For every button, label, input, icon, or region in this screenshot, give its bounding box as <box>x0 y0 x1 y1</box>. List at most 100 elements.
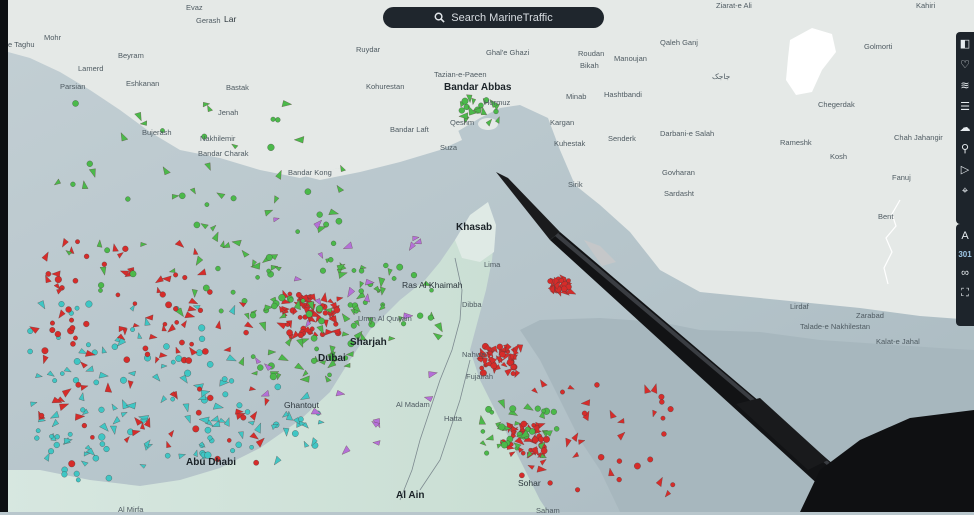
vessel-marker[interactable] <box>295 229 300 234</box>
vessel-marker[interactable] <box>129 270 137 278</box>
vessel-marker[interactable] <box>207 435 213 441</box>
vessel-marker[interactable] <box>60 371 65 376</box>
stack-icon[interactable]: ≋ <box>959 80 971 92</box>
vessel-marker[interactable] <box>197 386 203 392</box>
vessel-marker[interactable] <box>163 343 170 350</box>
vessel-marker[interactable] <box>616 458 623 464</box>
vessel-marker[interactable] <box>296 292 302 298</box>
vessel-marker[interactable] <box>316 211 323 218</box>
vessel-marker[interactable] <box>120 376 127 384</box>
vessel-marker[interactable] <box>458 107 465 114</box>
vessel-marker[interactable] <box>271 302 278 310</box>
vessel-marker[interactable] <box>179 192 186 200</box>
vessel-marker[interactable] <box>333 321 339 327</box>
vessel-marker[interactable] <box>90 435 95 440</box>
vessel-marker[interactable] <box>198 335 206 342</box>
vessel-marker[interactable] <box>185 357 193 364</box>
vessel-marker[interactable] <box>142 345 149 352</box>
search-bar[interactable]: Search MarineTraffic <box>383 7 604 28</box>
vessel-marker[interactable] <box>658 393 665 400</box>
vessel-marker[interactable] <box>221 376 228 382</box>
vessel-marker[interactable] <box>98 288 103 293</box>
vessel-marker[interactable] <box>315 305 324 313</box>
vessel-marker[interactable] <box>304 188 312 195</box>
vessel-marker[interactable] <box>297 315 303 320</box>
vessel-marker[interactable] <box>410 272 418 279</box>
vessel-marker[interactable] <box>257 364 264 371</box>
vessel-marker[interactable] <box>541 408 546 414</box>
vessel-marker[interactable] <box>269 373 277 381</box>
vessel-marker[interactable] <box>540 447 548 455</box>
vessel-marker[interactable] <box>391 276 397 281</box>
vessel-marker[interactable] <box>204 426 212 434</box>
vessel-marker[interactable] <box>493 108 499 115</box>
vessel-marker[interactable] <box>179 339 185 346</box>
vessel-marker[interactable] <box>75 382 82 388</box>
vessel-marker[interactable] <box>49 327 56 333</box>
vessel-marker[interactable] <box>327 372 332 378</box>
vessel-marker[interactable] <box>173 306 179 312</box>
font-size-icon[interactable]: A <box>959 230 971 242</box>
vessel-marker[interactable] <box>335 217 343 225</box>
vessel-marker[interactable] <box>297 332 304 339</box>
vessel-marker[interactable] <box>222 391 229 398</box>
vessel-marker[interactable] <box>74 305 80 311</box>
vessel-marker[interactable] <box>333 306 341 314</box>
vessel-marker[interactable] <box>243 329 249 336</box>
vessel-marker[interactable] <box>667 406 674 413</box>
play-icon[interactable]: ▷ <box>959 164 971 176</box>
vessel-marker[interactable] <box>75 239 80 245</box>
vessel-marker[interactable] <box>198 324 206 332</box>
vessel-marker[interactable] <box>323 221 329 228</box>
vessel-marker[interactable] <box>553 426 560 432</box>
vessel-marker[interactable] <box>480 429 486 434</box>
vessel-marker[interactable] <box>427 314 434 321</box>
vessel-marker[interactable] <box>670 482 676 488</box>
vessel-marker[interactable] <box>85 300 93 308</box>
weather-icon[interactable]: ☁ <box>959 122 971 134</box>
vessel-marker[interactable] <box>61 471 68 478</box>
vessel-marker[interactable] <box>202 348 209 355</box>
vessel-marker[interactable] <box>175 355 182 362</box>
vessel-marker[interactable] <box>286 329 293 336</box>
vessel-marker[interactable] <box>130 327 135 332</box>
vessel-marker[interactable] <box>49 434 54 439</box>
vessel-marker[interactable] <box>560 389 565 395</box>
marine-map[interactable] <box>0 0 974 512</box>
vessel-marker[interactable] <box>54 330 62 338</box>
vessel-marker[interactable] <box>227 438 232 443</box>
route-icon[interactable]: ⚲ <box>959 143 971 155</box>
vessel-marker[interactable] <box>509 405 517 413</box>
vessel-marker[interactable] <box>34 435 40 441</box>
vessel-marker[interactable] <box>103 446 110 453</box>
vessel-marker[interactable] <box>266 268 271 274</box>
vessel-marker[interactable] <box>575 487 581 493</box>
vessel-marker[interactable] <box>73 335 78 341</box>
vessel-marker[interactable] <box>647 456 654 463</box>
vessel-marker[interactable] <box>661 431 667 437</box>
infinity-icon[interactable]: ∞ <box>959 267 971 279</box>
vessel-marker[interactable] <box>105 474 113 482</box>
vessel-marker[interactable] <box>70 181 76 187</box>
vessel-marker[interactable] <box>54 434 60 440</box>
vessel-marker[interactable] <box>510 363 517 370</box>
vessel-marker[interactable] <box>594 382 600 388</box>
vessel-marker[interactable] <box>538 436 544 443</box>
vessel-marker[interactable] <box>581 410 588 417</box>
filter-icon[interactable]: ☰ <box>959 101 971 113</box>
vessel-marker[interactable] <box>285 322 290 327</box>
vessel-marker[interactable] <box>547 278 553 284</box>
vessel-marker[interactable] <box>328 257 334 263</box>
vessel-marker[interactable] <box>311 357 317 364</box>
vessel-marker[interactable] <box>92 455 100 462</box>
vessel-marker[interactable] <box>318 317 325 325</box>
vessel-marker[interactable] <box>98 282 105 289</box>
vessel-marker[interactable] <box>27 348 33 355</box>
vessel-marker[interactable] <box>292 430 299 437</box>
layers-icon[interactable]: ◧ <box>959 38 971 50</box>
vessel-marker[interactable] <box>498 423 506 431</box>
vessel-marker[interactable] <box>50 320 55 326</box>
vessel-marker[interactable] <box>510 371 516 377</box>
vessel-marker[interactable] <box>65 306 72 313</box>
vessel-marker[interactable] <box>215 265 221 272</box>
